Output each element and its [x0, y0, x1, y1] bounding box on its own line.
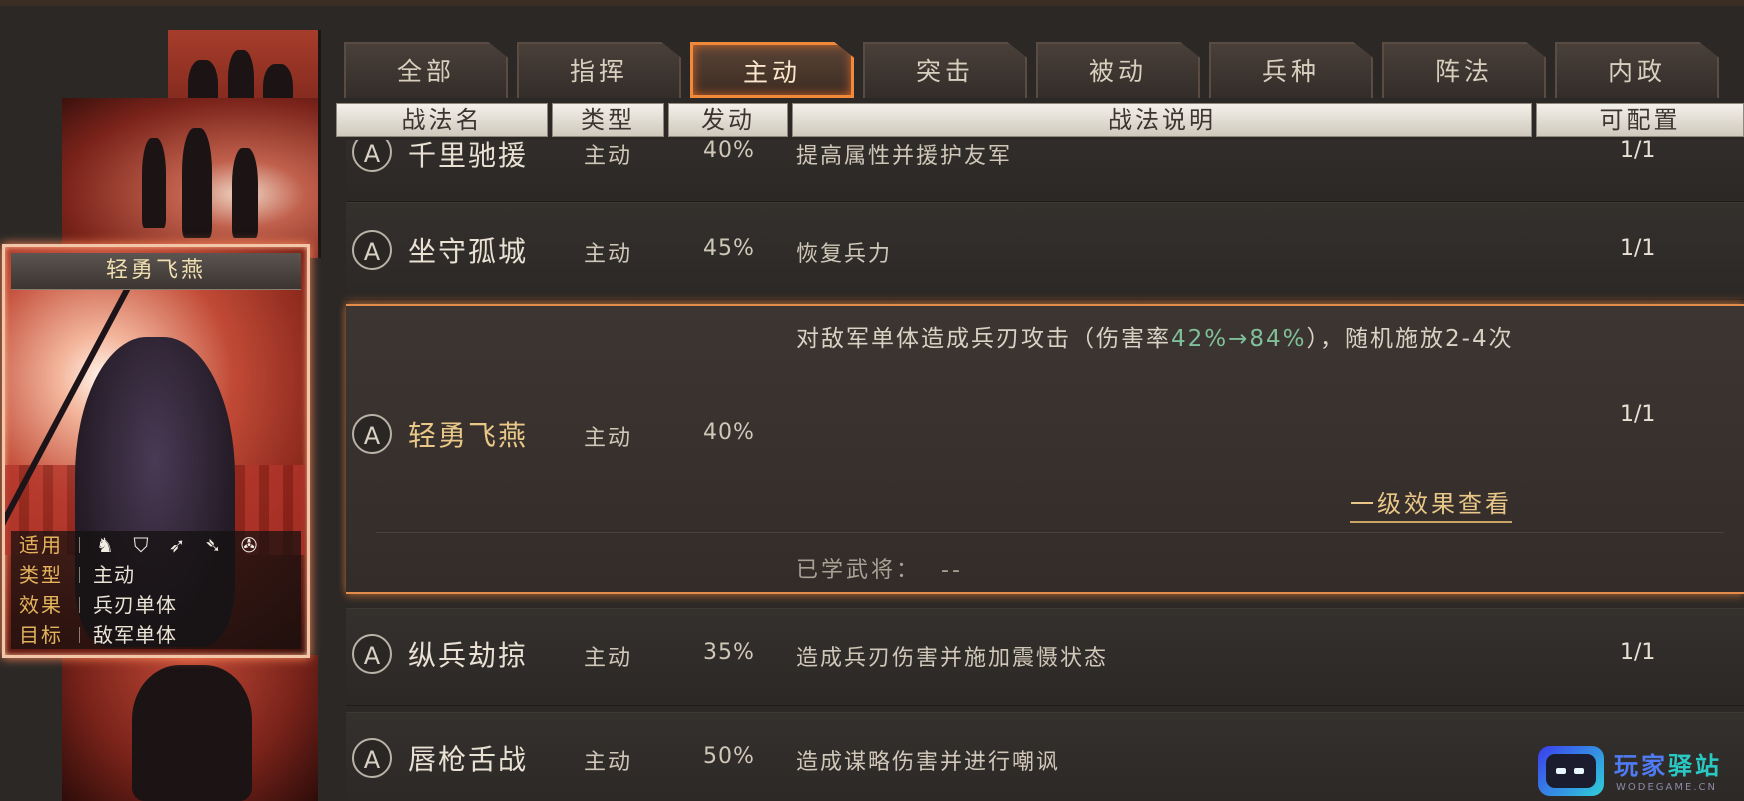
- category-tabs: 全部 指挥 主动 突击 被动 兵种 阵法 内政: [344, 42, 1744, 100]
- shield-icon: ⛉: [133, 533, 149, 557]
- list-item[interactable]: A 坐守孤城 主动 45% 恢复兵力 1/1: [336, 202, 1744, 300]
- learned-generals: 已学武将： --: [796, 558, 963, 583]
- tactic-config: 1/1: [1620, 140, 1656, 163]
- grade-badge: A: [352, 414, 392, 454]
- tactic-config: 1/1: [1620, 236, 1656, 261]
- bow-icon: ➶: [168, 533, 186, 557]
- grade-badge: A: [352, 738, 392, 778]
- type-label: 类型: [19, 563, 63, 587]
- tactic-desc: 造成兵刃伤害并施加震慑状态: [796, 646, 1109, 671]
- target-label: 目标: [19, 623, 63, 647]
- robot-logo-icon: [1538, 746, 1604, 796]
- effect-value: 兵刃单体: [93, 593, 177, 617]
- tactic-name: 唇枪舌战: [408, 743, 529, 776]
- skill-card-title: 轻勇飞燕: [11, 253, 301, 290]
- tactic-list[interactable]: A 千里驰援 主动 40% 提高属性并援护友军 1/1 A 坐守孤城 主动 45…: [336, 140, 1744, 801]
- tactic-desc: 造成谋略伤害并进行嘲讽: [796, 750, 1061, 775]
- tactic-desc: 恢复兵力: [796, 242, 893, 267]
- site-watermark: 玩家驿站 WODEGAME.CN: [1536, 742, 1744, 801]
- effect-label: 效果: [19, 593, 63, 617]
- skill-card-info: 适用 ♞ ⛉ ➶ ➴ ✇ 类型 主动 效果 兵刃单体 目标 敌军单体: [11, 531, 301, 649]
- tab-command[interactable]: 指挥: [517, 42, 681, 98]
- selected-skill-card[interactable]: 轻勇飞燕 适用 ♞ ⛉ ➶ ➴ ✇ 类型 主动 效果 兵刃单体 目标 敌军单体: [2, 244, 310, 658]
- tactic-rate: 40%: [703, 420, 755, 445]
- tactic-type: 主动: [584, 242, 633, 267]
- grade-badge: A: [352, 634, 392, 674]
- tactic-desc: 提高属性并援护友军: [796, 144, 1013, 169]
- tab-troop[interactable]: 兵种: [1209, 42, 1373, 98]
- target-value: 敌军单体: [93, 623, 177, 647]
- col-name[interactable]: 战法名: [336, 103, 548, 137]
- card-back-art[interactable]: [62, 98, 321, 258]
- tactic-rate: 45%: [703, 236, 755, 261]
- column-header: 战法名 类型 发动 战法说明 可配置: [336, 103, 1744, 139]
- col-desc: 战法说明: [792, 103, 1532, 137]
- tab-assault[interactable]: 突击: [863, 42, 1027, 98]
- tactic-config: 1/1: [1620, 402, 1656, 427]
- tactic-rate: 50%: [703, 744, 755, 769]
- grade-badge: A: [352, 230, 392, 270]
- tab-all[interactable]: 全部: [344, 42, 508, 98]
- tactic-name: 纵兵劫掠: [408, 639, 529, 672]
- col-config[interactable]: 可配置: [1536, 103, 1744, 137]
- tactic-type: 主动: [584, 750, 633, 775]
- tactic-name: 坐守孤城: [408, 235, 529, 268]
- level-effect-link[interactable]: 一级效果查看: [1350, 484, 1512, 523]
- tactic-rate: 35%: [703, 640, 755, 665]
- wheel-icon: ✇: [240, 533, 258, 557]
- cavalry-icon: ♞: [96, 533, 114, 557]
- card-back-art: [62, 655, 318, 801]
- tab-formation[interactable]: 阵法: [1382, 42, 1546, 98]
- tab-active[interactable]: 主动: [690, 42, 854, 98]
- top-strip: [0, 0, 1744, 6]
- tactic-type: 主动: [584, 646, 633, 671]
- damage-rate-highlight: 42%→84%: [1171, 326, 1307, 352]
- tactic-config: 1/1: [1620, 640, 1656, 665]
- list-item-expanded[interactable]: A 轻勇飞燕 主动 40% 对敌军单体造成兵刃攻击（伤害率42%→84%），随机…: [336, 304, 1744, 594]
- tab-internal[interactable]: 内政: [1555, 42, 1719, 98]
- tactic-name: 千里驰援: [408, 140, 529, 172]
- apply-label: 适用: [19, 533, 63, 557]
- tactic-type: 主动: [584, 426, 633, 451]
- tactic-type: 主动: [584, 144, 633, 169]
- troop-icons: ♞ ⛉ ➶ ➴ ✇: [93, 533, 261, 557]
- tactic-desc: 对敌军单体造成兵刃攻击（伤害率42%→84%），随机施放2-4次: [796, 326, 1514, 352]
- tactic-rate: 40%: [703, 140, 755, 163]
- col-rate[interactable]: 发动: [668, 103, 788, 137]
- list-item[interactable]: A 唇枪舌战 主动 50% 造成谋略伤害并进行嘲讽: [336, 712, 1744, 801]
- spear-icon: ➴: [204, 533, 222, 557]
- type-value: 主动: [93, 563, 135, 587]
- list-item[interactable]: A 千里驰援 主动 40% 提高属性并援护友军 1/1: [336, 140, 1744, 202]
- col-type[interactable]: 类型: [552, 103, 664, 137]
- tab-passive[interactable]: 被动: [1036, 42, 1200, 98]
- tactic-name: 轻勇飞燕: [408, 419, 529, 452]
- list-item[interactable]: A 纵兵劫掠 主动 35% 造成兵刃伤害并施加震慑状态 1/1: [336, 608, 1744, 706]
